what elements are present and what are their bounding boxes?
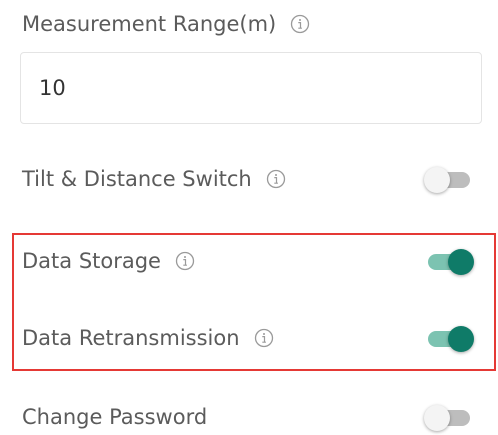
data-storage-label: Data Storage <box>22 249 161 273</box>
data-storage-toggle[interactable] <box>424 247 474 277</box>
toggle-knob <box>448 326 474 352</box>
toggle-knob <box>424 167 450 193</box>
data-storage-label-row: Data Storage <box>22 249 195 273</box>
data-retransmission-toggle[interactable] <box>424 324 474 354</box>
measurement-range-label: Measurement Range(m) <box>22 12 277 36</box>
tilt-distance-label-row: Tilt & Distance Switch <box>22 167 286 191</box>
change-password-toggle[interactable] <box>424 403 474 433</box>
info-icon[interactable] <box>266 169 286 189</box>
measurement-range-label-row: Measurement Range(m) <box>22 12 310 36</box>
toggle-knob <box>448 249 474 275</box>
change-password-label: Change Password <box>22 405 208 429</box>
tilt-distance-switch-label: Tilt & Distance Switch <box>22 167 252 191</box>
settings-page: Measurement Range(m) 10 Tilt & Distance … <box>0 0 498 435</box>
data-retransmission-label-row: Data Retransmission <box>22 326 274 350</box>
tilt-distance-switch-toggle[interactable] <box>424 165 474 195</box>
info-icon[interactable] <box>175 251 195 271</box>
data-retransmission-label: Data Retransmission <box>22 326 240 350</box>
change-password-label-row: Change Password <box>22 405 207 429</box>
measurement-range-input[interactable]: 10 <box>20 52 482 124</box>
info-icon[interactable] <box>290 14 310 34</box>
measurement-range-value: 10 <box>39 76 66 100</box>
info-icon[interactable] <box>254 328 274 348</box>
toggle-knob <box>424 405 450 431</box>
